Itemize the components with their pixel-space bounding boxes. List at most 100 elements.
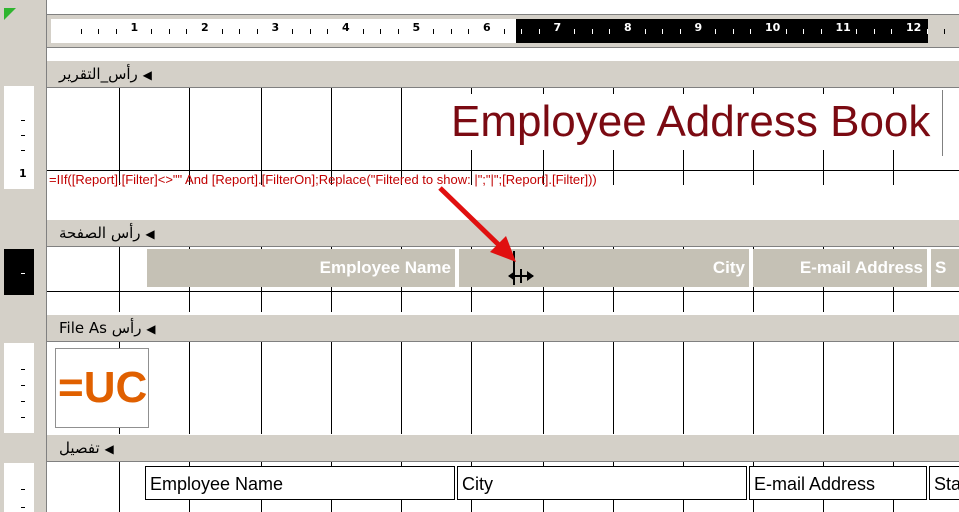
ruler-tick [856,29,858,34]
ruler-tick [891,29,893,34]
ruler-tick [80,29,82,34]
grid-line [471,342,472,434]
grid-line [119,462,120,512]
group-textbox[interactable]: =UC [55,348,149,428]
section-title: رأس الصفحة [59,224,141,242]
grid-line [613,342,614,434]
ruler-tick [732,29,734,34]
ruler-tick [803,29,805,34]
header-label-email[interactable]: E-mail Address [753,249,927,287]
ruler-tick [292,29,294,34]
vruler-report-header: 1 [4,86,34,189]
ruler-tick [591,29,593,34]
ruler-tick [362,29,364,34]
ruler-tick [873,29,875,34]
ruler-number: 10 [765,21,781,34]
section-label-detail: ◀ تفصيل [59,439,114,457]
ruler-tick [926,29,928,34]
ruler-number: 1 [130,21,139,34]
ruler-tick [538,29,540,34]
ruler-number: 11 [835,21,851,34]
vruler-detail [4,463,34,512]
section-collapse-icon: ◀ [146,322,156,336]
ruler-number: 12 [906,21,922,34]
grid-line [261,342,262,434]
ruler-tick [609,29,611,34]
ruler-tick [944,29,946,34]
section-label-page-header: ◀ رأس الصفحة [59,224,155,242]
section-title: رأس File As [59,319,142,337]
ruler-tick [309,29,311,34]
ruler-tick [256,29,258,34]
ruler-tick [750,29,752,34]
grid-line [119,247,120,312]
section-collapse-icon: ◀ [104,442,114,456]
ruler-tick [151,29,153,34]
ruler-tick [574,29,576,34]
section-bar-detail[interactable]: ◀ تفصيل [47,434,959,462]
detail-field-employee-name[interactable]: Employee Name [145,466,455,500]
section-bar-fileas-header[interactable]: ◀ رأس File As [47,314,959,342]
vruler-fileas-header [4,343,34,433]
ruler-number: 6 [483,21,491,34]
ruler-number: 4 [342,21,350,34]
detail-band[interactable]: Employee Name City E-mail Address Sta [47,462,959,512]
ruler-tick [397,29,399,34]
section-collapse-icon: ◀ [142,68,152,82]
vertical-ruler[interactable]: 1 [0,58,47,512]
vruler-page-header [4,249,34,295]
report-header-band[interactable]: Employee Address Book =IIf([Report].[Fil… [47,88,959,187]
ruler-tick [679,29,681,34]
ruler-number: 3 [271,21,280,34]
title-resize-edge[interactable] [942,90,958,156]
section-title: رأس_التقرير [59,65,138,83]
ruler-tick [327,29,329,34]
ruler-tick [380,29,382,34]
detail-field-email[interactable]: E-mail Address [749,466,927,500]
grid-line [543,342,544,434]
grid-line [331,342,332,434]
ruler-tick [468,29,470,34]
fileas-header-band[interactable]: =UC [47,342,959,434]
report-selector-icon[interactable] [4,8,16,20]
ruler-tick [662,29,664,34]
grid-line [823,342,824,434]
ruler-number: 2 [201,21,209,34]
detail-field-state[interactable]: Sta [929,466,959,500]
ruler-number: 9 [694,21,703,34]
ruler-number: 7 [553,21,562,34]
ruler-tick [503,29,505,34]
ruler-tick [785,29,787,34]
ruler-number: 8 [624,21,632,34]
ruler-tick [715,29,717,34]
report-title[interactable]: Employee Address Book [451,94,959,150]
ruler-tick [98,29,100,34]
section-title: تفصيل [59,439,100,457]
header-label-state[interactable]: S [931,249,959,287]
section-label-report-header: ◀ رأس_التقرير [59,65,152,83]
section-bar-report-header[interactable]: ◀ رأس_التقرير [47,60,959,88]
ruler-tick [433,29,435,34]
ruler-corner[interactable] [0,0,47,58]
ruler-tick [644,29,646,34]
grid-line [189,342,190,434]
header-label-employee-name[interactable]: Employee Name [147,249,455,287]
section-label-fileas-header: ◀ رأس File As [59,319,155,337]
ruler-tick [820,29,822,34]
ruler-tick [221,29,223,34]
ruler-tick [450,29,452,34]
horizontal-ruler[interactable]: 1 2 3 4 5 6 7 8 9 10 11 12 [47,14,959,48]
resize-cursor-icon [508,269,534,283]
ruler-tick [168,29,170,34]
grid-line [683,342,684,434]
detail-field-city[interactable]: City [457,466,747,500]
ruler-tick [115,29,117,34]
grid-line [893,342,894,434]
ruler-tick [186,29,188,34]
grid-line [753,342,754,434]
ruler-tick [521,29,523,34]
section-collapse-icon: ◀ [145,227,155,241]
ruler-tick [239,29,241,34]
ruler-number: 5 [412,21,421,34]
ruler-white-area [51,19,516,43]
